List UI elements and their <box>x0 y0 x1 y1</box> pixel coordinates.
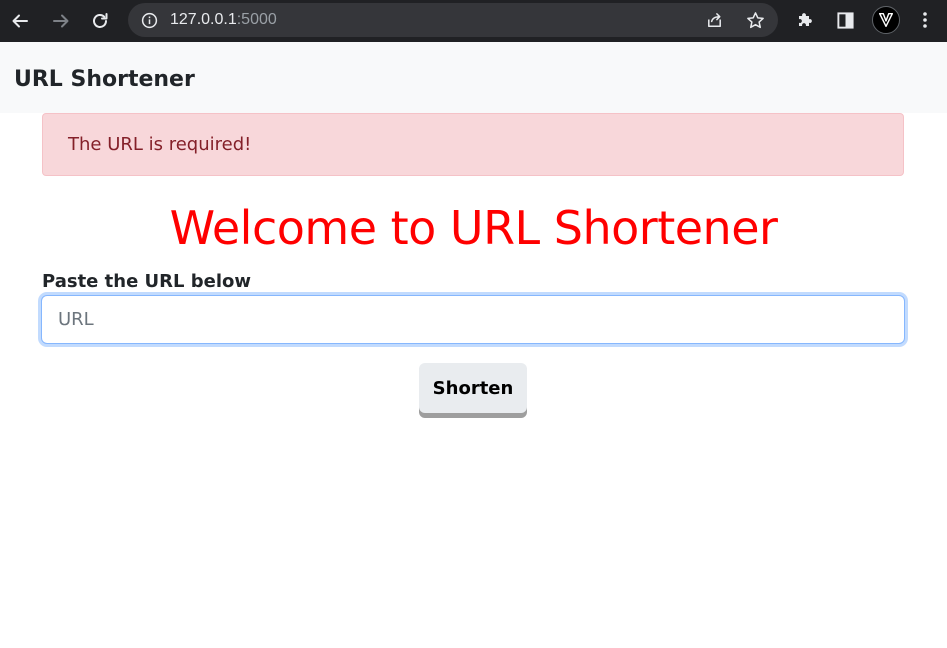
url-host: 127.0.0.1 <box>170 11 237 28</box>
alert-message: The URL is required! <box>68 134 252 155</box>
side-panel-icon[interactable] <box>833 8 857 32</box>
profile-avatar[interactable] <box>872 6 900 34</box>
profile-logo-icon <box>878 12 894 28</box>
url-port: :5000 <box>236 11 277 28</box>
navbar: URL Shortener <box>0 42 947 113</box>
page-title: Welcome to URL Shortener <box>169 201 778 255</box>
kebab-menu-icon[interactable] <box>913 8 937 32</box>
info-icon[interactable] <box>140 11 158 29</box>
browser-toolbar: 127.0.0.1:5000 <box>0 0 947 42</box>
back-button[interactable] <box>6 7 34 35</box>
url-label: Paste the URL below <box>42 271 252 292</box>
address-bar[interactable]: 127.0.0.1:5000 <box>128 3 778 37</box>
forward-arrow-icon <box>53 14 69 28</box>
error-alert: The URL is required! <box>42 113 904 176</box>
share-icon[interactable] <box>704 10 724 30</box>
url-input[interactable] <box>41 295 905 344</box>
puzzle-icon[interactable] <box>793 8 817 32</box>
reload-button[interactable] <box>86 7 114 35</box>
navbar-brand[interactable]: URL Shortener <box>14 66 195 94</box>
shorten-button[interactable]: Shorten <box>419 363 527 413</box>
reload-icon <box>93 13 108 28</box>
star-icon[interactable] <box>745 10 765 30</box>
forward-button[interactable] <box>47 7 75 35</box>
back-arrow-icon <box>12 14 28 28</box>
address-url[interactable]: 127.0.0.1:5000 <box>170 10 277 30</box>
